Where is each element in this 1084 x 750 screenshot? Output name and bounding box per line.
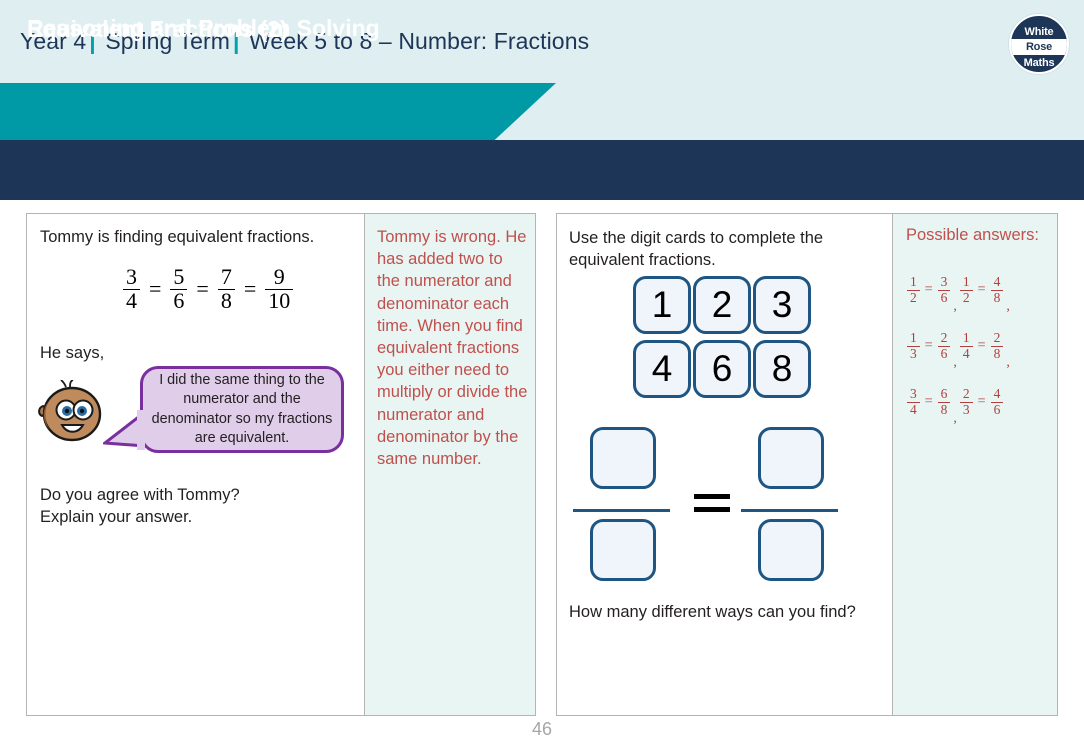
equals-sign: = (977, 338, 986, 353)
answer-row: 1 3 = 2 6 , 1 4 = 2 8 , (906, 318, 1056, 374)
fraction-3-numerator: 7 (220, 264, 232, 289)
fraction-1: 3 4 (123, 264, 140, 313)
answer-fraction: 1 2 (907, 275, 920, 304)
answer-2-rows: 1 2 = 3 6 , 1 2 = 4 8 , 1 3 = 2 6 , 1 4 … (906, 262, 1056, 430)
section-title: Reasoning and Problem Solving (27, 15, 380, 41)
fraction-1-denominator: 4 (123, 288, 140, 313)
speech-bubble-tail (103, 410, 145, 450)
separator: , (953, 411, 957, 426)
topic-banner (0, 83, 556, 145)
logo-text-white: White (1024, 26, 1054, 38)
question-panel-2: Use the digit cards to complete the equi… (556, 213, 1058, 716)
equals-sign: = (924, 394, 933, 409)
equals-sign-blank-equation (694, 492, 734, 516)
fraction-bar (573, 509, 670, 512)
question-1-equation: 3 4 = 5 6 = 7 8 = 9 10 (121, 264, 295, 313)
equals-sign-3: = (243, 276, 257, 302)
blank-equation (573, 419, 871, 589)
answer-fraction: 3 6 (937, 275, 951, 304)
answer-1-text: Tommy is wrong. He has added two to the … (377, 228, 528, 468)
fraction-2: 5 6 (170, 264, 188, 313)
answer-row: 1 2 = 3 6 , 1 2 = 4 8 , (906, 262, 1056, 318)
separator: , (1006, 299, 1010, 314)
question-1-area: Tommy is finding equivalent fractions. 3… (27, 214, 364, 715)
digit-card[interactable]: 1 (633, 276, 691, 334)
avatar (38, 380, 102, 442)
question-1-prompt: Do you agree with Tommy? Explain your an… (40, 484, 240, 529)
answer-fraction: 1 3 (907, 331, 920, 360)
fraction-4: 9 10 (265, 264, 294, 313)
answer-fraction: 4 8 (990, 275, 1004, 304)
fraction-4-denominator: 10 (265, 288, 294, 313)
answer-2-title: Possible answers: (906, 226, 1039, 244)
question-1-prompt-line-1: Do you agree with Tommy? (40, 486, 240, 504)
page-number: 46 (531, 719, 553, 739)
equals-sign: = (977, 282, 986, 297)
blank-numerator-box[interactable] (758, 427, 824, 489)
separator: , (953, 299, 957, 314)
digit-card[interactable]: 2 (693, 276, 751, 334)
question-2-area: Use the digit cards to complete the equi… (557, 214, 892, 715)
fraction-3-denominator: 8 (217, 288, 235, 313)
equals-sign: = (924, 282, 933, 297)
digit-card-grid: 1 2 3 4 6 8 (633, 276, 811, 398)
blank-denominator-box[interactable] (758, 519, 824, 581)
logo-text-maths: Maths (1023, 57, 1055, 69)
question-panel-1: Tommy is finding equivalent fractions. 3… (26, 213, 536, 716)
blank-numerator-box[interactable] (590, 427, 656, 489)
answer-fraction: 6 8 (937, 387, 951, 416)
logo-text-rose: Rose (1025, 41, 1053, 53)
digit-card[interactable]: 4 (633, 340, 691, 398)
answer-fraction: 3 4 (907, 387, 920, 416)
question-1-prompt-line-2: Explain your answer. (40, 508, 193, 527)
answer-fraction: 1 2 (959, 275, 973, 304)
fraction-3: 7 8 (217, 264, 235, 313)
question-1-lead: Tommy is finding equivalent fractions. (40, 228, 315, 246)
separator: , (953, 355, 957, 370)
question-2-footer: How many different ways can you find? (569, 603, 856, 621)
answer-fraction: 4 6 (990, 387, 1004, 416)
speech-bubble-text: I did the same thing to the numerator an… (151, 372, 333, 446)
equals-sign-2: = (196, 276, 209, 302)
answer-fraction: 2 3 (959, 387, 973, 416)
equals-sign: = (977, 394, 986, 409)
white-rose-maths-logo: White Rose Maths (1009, 14, 1069, 74)
digit-card[interactable]: 3 (753, 276, 811, 334)
section-banner (0, 140, 1084, 200)
digit-card[interactable]: 8 (753, 340, 811, 398)
fraction-2-numerator: 5 (173, 264, 185, 289)
question-2-lead: Use the digit cards to complete the equi… (569, 229, 824, 270)
fraction-4-numerator: 9 (273, 264, 285, 289)
answer-fraction: 2 6 (937, 331, 951, 360)
blank-fraction-right (741, 419, 838, 589)
answer-row: 3 4 = 6 8 , 2 3 = 4 6 (906, 374, 1056, 430)
answer-2-area: Possible answers: 1 2 = 3 6 , 1 2 = 4 8 … (892, 214, 1057, 715)
digit-card[interactable]: 6 (693, 340, 751, 398)
fraction-bar (741, 509, 838, 512)
blank-denominator-box[interactable] (590, 519, 656, 581)
speech-bubble: I did the same thing to the numerator an… (140, 366, 344, 453)
equals-sign-1: = (149, 276, 162, 302)
blank-fraction-left (573, 419, 670, 589)
equals-sign: = (924, 338, 933, 353)
fraction-1-numerator: 3 (126, 264, 137, 289)
question-1-he-says: He says, (40, 344, 105, 362)
answer-fraction: 1 4 (959, 331, 973, 360)
answer-1-area: Tommy is wrong. He has added two to the … (364, 214, 535, 715)
fraction-2-denominator: 6 (170, 288, 188, 313)
separator: , (1006, 355, 1010, 370)
answer-fraction: 2 8 (990, 331, 1004, 360)
